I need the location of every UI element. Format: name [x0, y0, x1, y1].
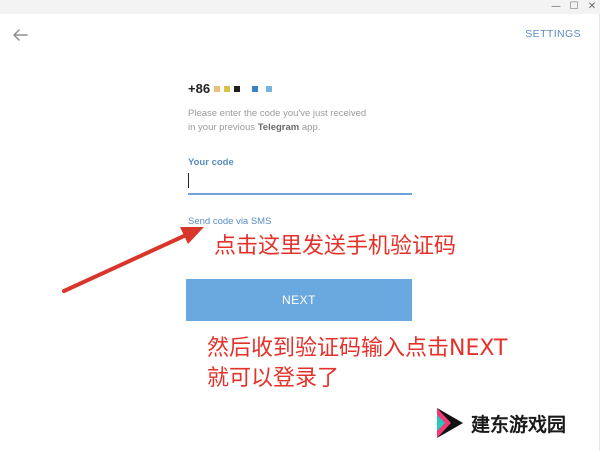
text-caret — [188, 173, 189, 188]
country-code: +86 — [188, 81, 211, 96]
redacted-digit — [234, 85, 241, 92]
play-logo-icon — [437, 408, 463, 438]
redacted-digit — [224, 85, 231, 92]
redacted-digit — [214, 85, 221, 92]
code-field-label: Your code — [188, 157, 234, 168]
instructions-text-part: app. — [299, 122, 321, 133]
next-button[interactable]: NEXT — [186, 279, 412, 321]
telegram-login-window: — ☐ ✕ SETTINGS +86 Please enter the code… — [0, 0, 600, 451]
arrow-left-icon[interactable] — [10, 25, 30, 45]
send-code-via-sms-link[interactable]: Send code via SMS — [188, 216, 271, 227]
annotation-line: 然后收到验证码输入点击NEXT — [207, 336, 508, 361]
minimize-button[interactable]: — — [549, 1, 563, 13]
phone-number: +86 — [188, 81, 276, 96]
maximize-button[interactable]: ☐ — [567, 1, 581, 13]
close-button[interactable]: ✕ — [585, 1, 599, 13]
annotation-enter-code: 然后收到验证码输入点击NEXT 就可以登录了 — [207, 334, 507, 394]
instructions-text-part: in your previous — [188, 122, 258, 133]
title-bar: — ☐ ✕ — [0, 0, 600, 14]
telegram-app-name: Telegram — [257, 122, 300, 133]
settings-link[interactable]: SETTINGS — [525, 28, 581, 40]
instructions-line-2: in your previous Telegram app. — [188, 121, 428, 135]
redacted-digit — [252, 85, 259, 92]
annotation-line: 就可以登录了 — [207, 366, 340, 391]
watermark-text: 建东游戏园 — [471, 413, 567, 436]
code-input[interactable] — [188, 171, 412, 195]
redacted-digit — [266, 85, 273, 92]
annotation-send-code: 点击这里发送手机验证码 — [214, 234, 457, 259]
site-watermark: 建东游戏园 — [431, 405, 566, 441]
instructions-text: Please enter the code you've just receiv… — [188, 107, 428, 135]
instructions-line-1: Please enter the code you've just receiv… — [188, 108, 367, 119]
